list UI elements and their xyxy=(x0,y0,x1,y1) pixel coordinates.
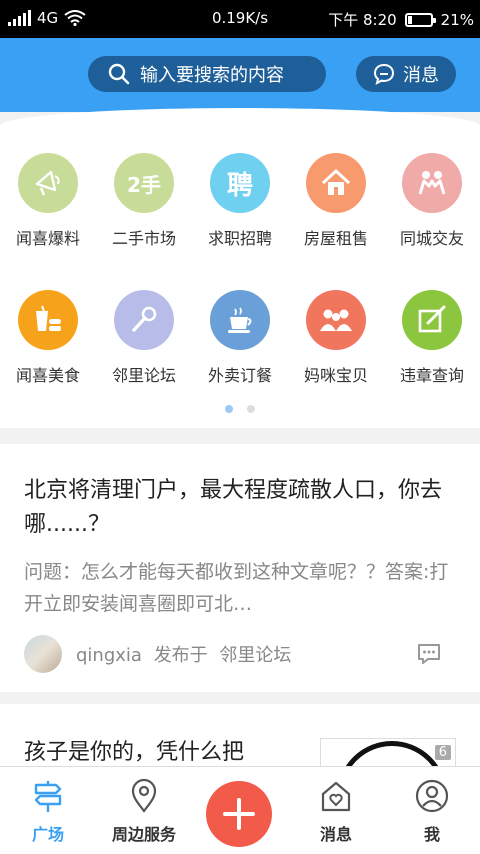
grid-item-label: 邻里论坛 xyxy=(111,366,176,385)
avatar[interactable] xyxy=(24,635,62,673)
nav-label: 广场 xyxy=(31,825,64,844)
location-pin-icon xyxy=(131,778,157,813)
family-icon xyxy=(306,290,366,350)
home-heart-icon xyxy=(321,781,351,812)
status-right: 下午 8:20 21% xyxy=(328,9,474,30)
post-excerpt: 问题：怎么才能每天都收到这种文章呢？？答案:打开立即安装闻喜圈即可北… xyxy=(24,561,449,615)
comment-icon[interactable] xyxy=(416,642,442,666)
user-icon xyxy=(415,779,449,813)
post-meta: qingxia 发布于 邻里论坛 xyxy=(24,634,456,674)
bottom-nav: 广场 周边服务 消息 我 xyxy=(0,766,480,854)
edit-note-icon xyxy=(402,290,462,350)
post-forum[interactable]: 邻里论坛 xyxy=(219,645,291,666)
post-title[interactable]: 孩子是你的，凭什么把 xyxy=(24,734,244,766)
search-input[interactable]: 输入要搜索的内容 xyxy=(88,56,326,92)
grid-item-label: 闻喜爆料 xyxy=(15,229,80,248)
battery-percent: 21% xyxy=(440,10,474,29)
microphone-icon xyxy=(114,290,174,350)
page-indicator xyxy=(0,405,480,413)
grid-item-label: 同城交友 xyxy=(399,229,464,248)
nav-item-nearby[interactable]: 周边服务 xyxy=(96,778,192,845)
messages-button[interactable]: 消息 xyxy=(356,56,456,92)
post-title[interactable]: 北京将清理门户，最大程度疏散人口，你去哪......？ xyxy=(24,474,444,542)
post-card[interactable]: 北京将清理门户，最大程度疏散人口，你去哪......？ 问题：怎么才能每天都收到… xyxy=(0,444,480,692)
post-meta-text: qingxia 发布于 邻里论坛 xyxy=(76,641,297,667)
post-card[interactable]: 孩子是你的，凭什么把 6 xyxy=(0,704,480,774)
grid-item-label: 闻喜美食 xyxy=(15,366,80,385)
second-hand-icon: 2手 xyxy=(114,153,174,213)
grid-item-burst-news[interactable]: 闻喜爆料 xyxy=(0,153,96,249)
chat-bubble-icon xyxy=(373,63,395,85)
recruit-icon: 聘 xyxy=(210,153,270,213)
search-placeholder: 输入要搜索的内容 xyxy=(140,65,284,86)
nav-item-plaza[interactable]: 广场 xyxy=(0,779,96,845)
friends-icon xyxy=(402,153,462,213)
nav-item-messages[interactable]: 消息 xyxy=(288,779,384,845)
signpost-icon xyxy=(34,781,62,812)
grid-item-label: 外卖订餐 xyxy=(207,366,272,385)
grid-item-mommy-baby[interactable]: 妈咪宝贝 xyxy=(288,290,384,386)
food-icon xyxy=(18,290,78,350)
grid-item-housing[interactable]: 房屋租售 xyxy=(288,153,384,249)
grid-item-label: 二手市场 xyxy=(111,229,176,248)
nav-label: 我 xyxy=(423,825,440,844)
grid-item-label: 妈咪宝贝 xyxy=(303,366,368,385)
page-dot-active[interactable] xyxy=(225,405,233,413)
status-bar: 4G 0.19K/s 下午 8:20 21% xyxy=(0,0,480,38)
grid-item-label: 房屋租售 xyxy=(303,229,368,248)
nav-label: 消息 xyxy=(319,825,352,844)
search-icon xyxy=(108,63,130,85)
post-author[interactable]: qingxia xyxy=(76,645,142,666)
house-icon xyxy=(306,153,366,213)
clock: 下午 8:20 xyxy=(328,11,397,29)
grid-item-dating[interactable]: 同城交友 xyxy=(384,153,480,249)
messages-label: 消息 xyxy=(403,65,439,86)
plus-icon xyxy=(223,798,255,830)
top-header: 输入要搜索的内容 消息 xyxy=(0,38,480,112)
image-count-badge: 6 xyxy=(434,745,451,760)
megaphone-icon xyxy=(18,153,78,213)
grid-item-label: 求职招聘 xyxy=(207,229,272,248)
takeout-cup-icon xyxy=(210,290,270,350)
grid-item-food[interactable]: 闻喜美食 xyxy=(0,290,96,386)
grid-item-forum[interactable]: 邻里论坛 xyxy=(96,290,192,386)
battery-icon xyxy=(404,12,436,27)
post-published-in: 发布于 xyxy=(153,645,208,666)
grid-item-takeout[interactable]: 外卖订餐 xyxy=(192,290,288,386)
grid-item-label: 违章查询 xyxy=(399,366,464,385)
nav-item-me[interactable]: 我 xyxy=(384,779,480,845)
grid-item-jobs[interactable]: 聘 求职招聘 xyxy=(192,153,288,249)
grid-item-second-hand[interactable]: 2手 二手市场 xyxy=(96,153,192,249)
page-dot[interactable] xyxy=(247,405,255,413)
nav-label: 周边服务 xyxy=(111,825,176,844)
feature-grid: 闻喜爆料 2手 二手市场 聘 求职招聘 房屋租售 同城交友 闻喜美食 邻里论坛 xyxy=(0,125,480,428)
post-fab-button[interactable] xyxy=(206,781,272,847)
grid-item-traffic-violation[interactable]: 违章查询 xyxy=(384,290,480,386)
